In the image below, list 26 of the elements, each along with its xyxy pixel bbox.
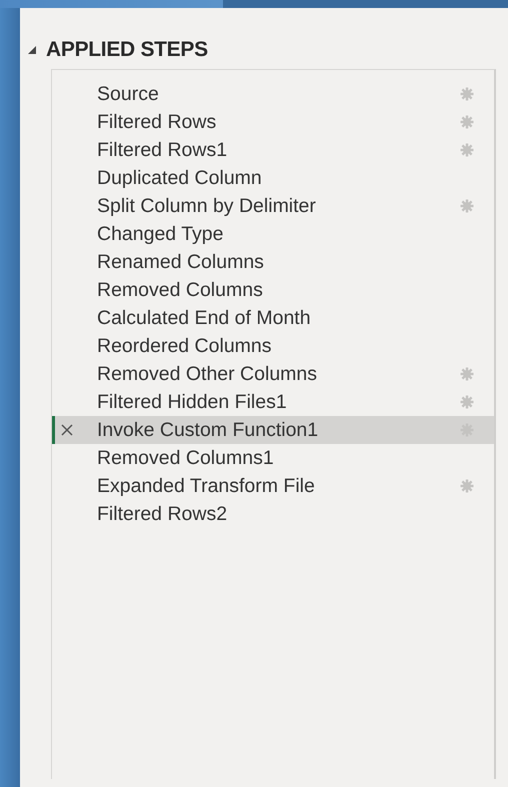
step-item[interactable]: Split Column by Delimiter <box>52 192 494 220</box>
step-item[interactable]: Filtered Hidden Files1 <box>52 388 494 416</box>
step-item[interactable]: Filtered Rows <box>52 108 494 136</box>
step-item[interactable]: Changed Type <box>52 220 494 248</box>
step-item[interactable]: Source <box>52 80 494 108</box>
section-title: APPLIED STEPS <box>46 38 208 62</box>
step-item[interactable]: Expanded Transform File <box>52 472 494 500</box>
step-item[interactable]: Invoke Custom Function1 <box>52 416 494 444</box>
settings-icon[interactable] <box>460 395 474 409</box>
step-item[interactable]: Removed Columns <box>52 276 494 304</box>
step-item[interactable]: Reordered Columns <box>52 332 494 360</box>
settings-icon[interactable] <box>460 143 474 157</box>
settings-icon[interactable] <box>460 367 474 381</box>
step-item[interactable]: Removed Other Columns <box>52 360 494 388</box>
delete-icon[interactable] <box>61 424 73 436</box>
settings-icon[interactable] <box>460 479 474 493</box>
settings-icon[interactable] <box>460 199 474 213</box>
collapse-icon[interactable] <box>27 45 37 55</box>
step-item[interactable]: Calculated End of Month <box>52 304 494 332</box>
settings-icon[interactable] <box>460 115 474 129</box>
step-item[interactable]: Duplicated Column <box>52 164 494 192</box>
settings-icon[interactable] <box>460 87 474 101</box>
step-item[interactable]: Renamed Columns <box>52 248 494 276</box>
step-item[interactable]: Filtered Rows2 <box>52 500 494 528</box>
step-item[interactable]: Filtered Rows1 <box>52 136 494 164</box>
step-item[interactable]: Removed Columns1 <box>52 444 494 472</box>
